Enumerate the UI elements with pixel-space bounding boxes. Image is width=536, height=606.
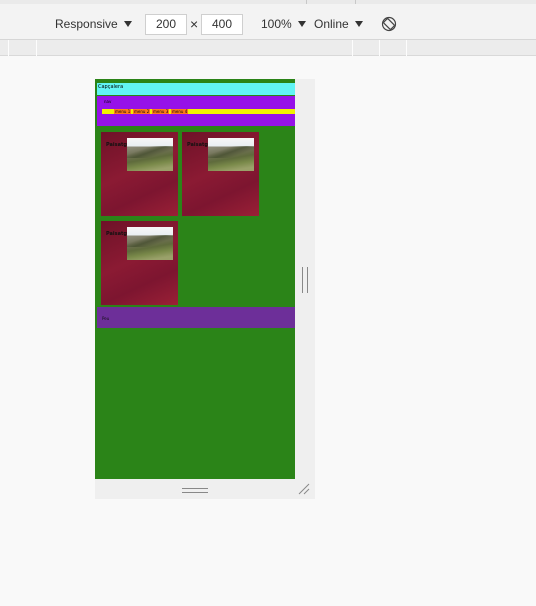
menu-item[interactable]: menu 1 (114, 109, 132, 114)
toolbar-top-strip (0, 0, 536, 4)
menu-item[interactable]: menu 4 (171, 109, 189, 114)
page-footer: Peu (97, 307, 295, 328)
network-select-label: Online (314, 17, 349, 31)
device-select[interactable]: Responsive (55, 14, 132, 34)
device-frame: Capçalera nav menu 1 menu 2 menu 3 menu … (95, 79, 315, 499)
menu-item[interactable]: menu 2 (133, 109, 151, 114)
nav-label: nav (104, 99, 112, 104)
landscape-card: Paisatge (182, 132, 259, 216)
page-nav: nav menu 1 menu 2 menu 3 menu 4 (97, 96, 295, 126)
resize-corner-icon[interactable] (298, 483, 310, 495)
landscape-image (127, 138, 173, 171)
device-select-label: Responsive (55, 17, 118, 31)
zoom-select[interactable]: 100% (261, 14, 306, 34)
zoom-select-label: 100% (261, 17, 292, 31)
width-input[interactable]: 200 (145, 14, 187, 35)
menu-item[interactable]: menu 3 (152, 109, 170, 114)
landscape-image (208, 138, 254, 171)
height-input[interactable]: 400 (201, 14, 243, 35)
page-header: Capçalera (97, 83, 295, 95)
dimension-separator: × (190, 16, 199, 32)
rotate-icon[interactable] (381, 16, 397, 32)
landscape-card: Paisatge (101, 221, 178, 305)
device-toolbar: Responsive 200 × 400 100% Online (0, 0, 536, 40)
chevron-down-icon (354, 20, 363, 27)
resize-handle-right[interactable] (302, 267, 308, 293)
landscape-card: Paisatge (101, 132, 178, 216)
chevron-down-icon (123, 20, 132, 27)
resize-handle-bottom[interactable] (182, 488, 208, 493)
network-throttle-select[interactable]: Online (314, 14, 363, 34)
chevron-down-icon (297, 20, 306, 27)
landscape-image (127, 227, 173, 260)
footer-text: Peu (102, 316, 110, 321)
page-viewport: Capçalera nav menu 1 menu 2 menu 3 menu … (95, 79, 295, 479)
media-query-bar[interactable] (0, 40, 536, 56)
menu-bar: menu 1 menu 2 menu 3 menu 4 (102, 109, 295, 114)
